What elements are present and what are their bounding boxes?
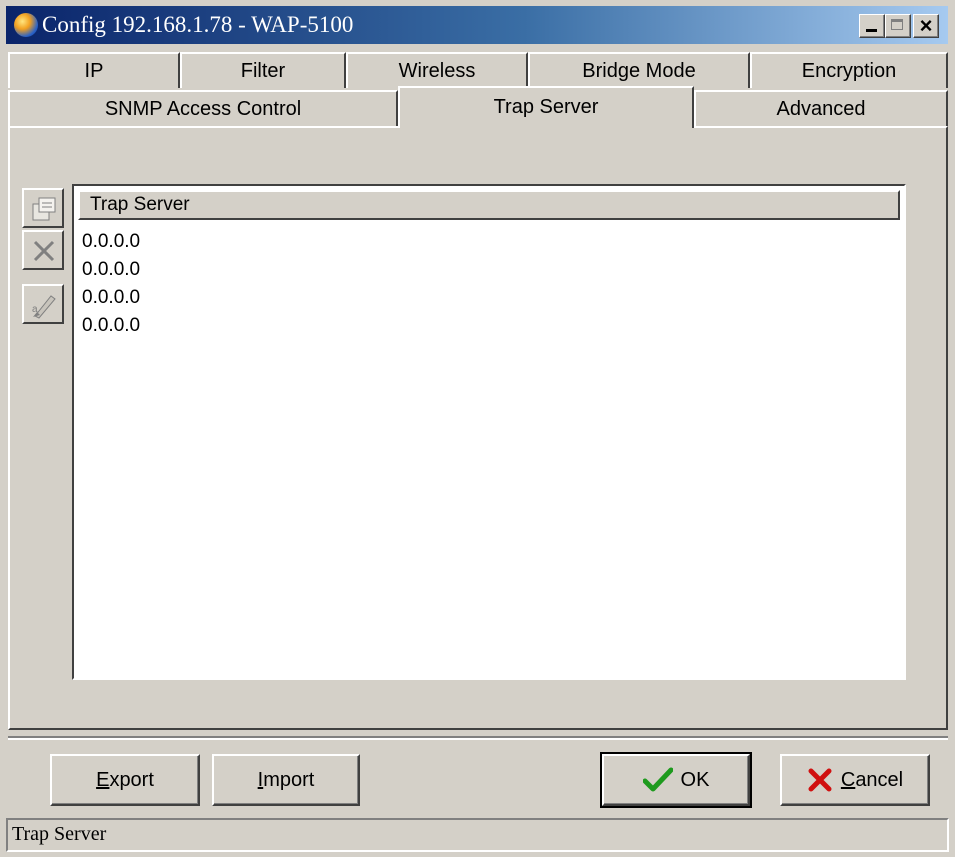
config-window: Config 192.168.1.78 - WAP-5100 × IP Filt… (0, 0, 955, 857)
window-title: Config 192.168.1.78 - WAP-5100 (42, 12, 354, 37)
minimize-icon (866, 29, 877, 32)
tab-filter[interactable]: Filter (180, 52, 346, 88)
list-item[interactable]: 0.0.0.0 (82, 312, 140, 340)
tab-encryption[interactable]: Encryption (750, 52, 948, 88)
title-bar[interactable]: Config 192.168.1.78 - WAP-5100 × (6, 6, 948, 44)
cancel-button[interactable]: Cancel (780, 754, 930, 806)
export-button-label: Export (96, 768, 154, 791)
minimize-button[interactable] (859, 14, 885, 38)
svg-text:a: a (32, 304, 38, 315)
list-rows: 0.0.0.0 0.0.0.0 0.0.0.0 0.0.0.0 (82, 228, 140, 340)
edit-button[interactable]: a (22, 284, 64, 324)
import-button[interactable]: Import (212, 754, 360, 806)
tab-ip[interactable]: IP (8, 52, 180, 88)
delete-icon (33, 240, 55, 262)
close-button[interactable]: × (913, 13, 939, 38)
checkmark-icon (642, 767, 673, 792)
export-button[interactable]: Export (50, 754, 200, 806)
maximize-icon (891, 19, 903, 30)
tab-bridge-mode[interactable]: Bridge Mode (528, 52, 750, 88)
tab-trap-server[interactable]: Trap Server (398, 86, 694, 128)
column-header-trap-server[interactable]: Trap Server (78, 190, 900, 220)
status-bar: Trap Server (6, 818, 949, 852)
list-item[interactable]: 0.0.0.0 (82, 228, 140, 256)
cancel-x-icon (808, 768, 832, 792)
app-globe-icon (14, 13, 38, 37)
tab-snmp-access-control[interactable]: SNMP Access Control (8, 90, 398, 126)
tab-advanced[interactable]: Advanced (694, 90, 948, 126)
properties-icon (32, 197, 56, 221)
properties-button[interactable] (22, 188, 64, 228)
delete-button[interactable] (22, 230, 64, 270)
close-icon: × (919, 13, 933, 38)
maximize-button[interactable] (885, 14, 911, 38)
ok-button-label: OK (680, 768, 710, 791)
list-item[interactable]: 0.0.0.0 (82, 256, 140, 284)
import-button-label: Import (257, 768, 315, 791)
divider (8, 736, 948, 740)
trap-server-list[interactable]: Trap Server 0.0.0.0 0.0.0.0 0.0.0.0 0.0.… (72, 184, 906, 680)
tab-wireless[interactable]: Wireless (346, 52, 528, 88)
edit-icon: a (32, 295, 56, 319)
ok-button[interactable]: OK (600, 752, 752, 808)
cancel-button-label: Cancel (840, 768, 904, 791)
list-item[interactable]: 0.0.0.0 (82, 284, 140, 312)
